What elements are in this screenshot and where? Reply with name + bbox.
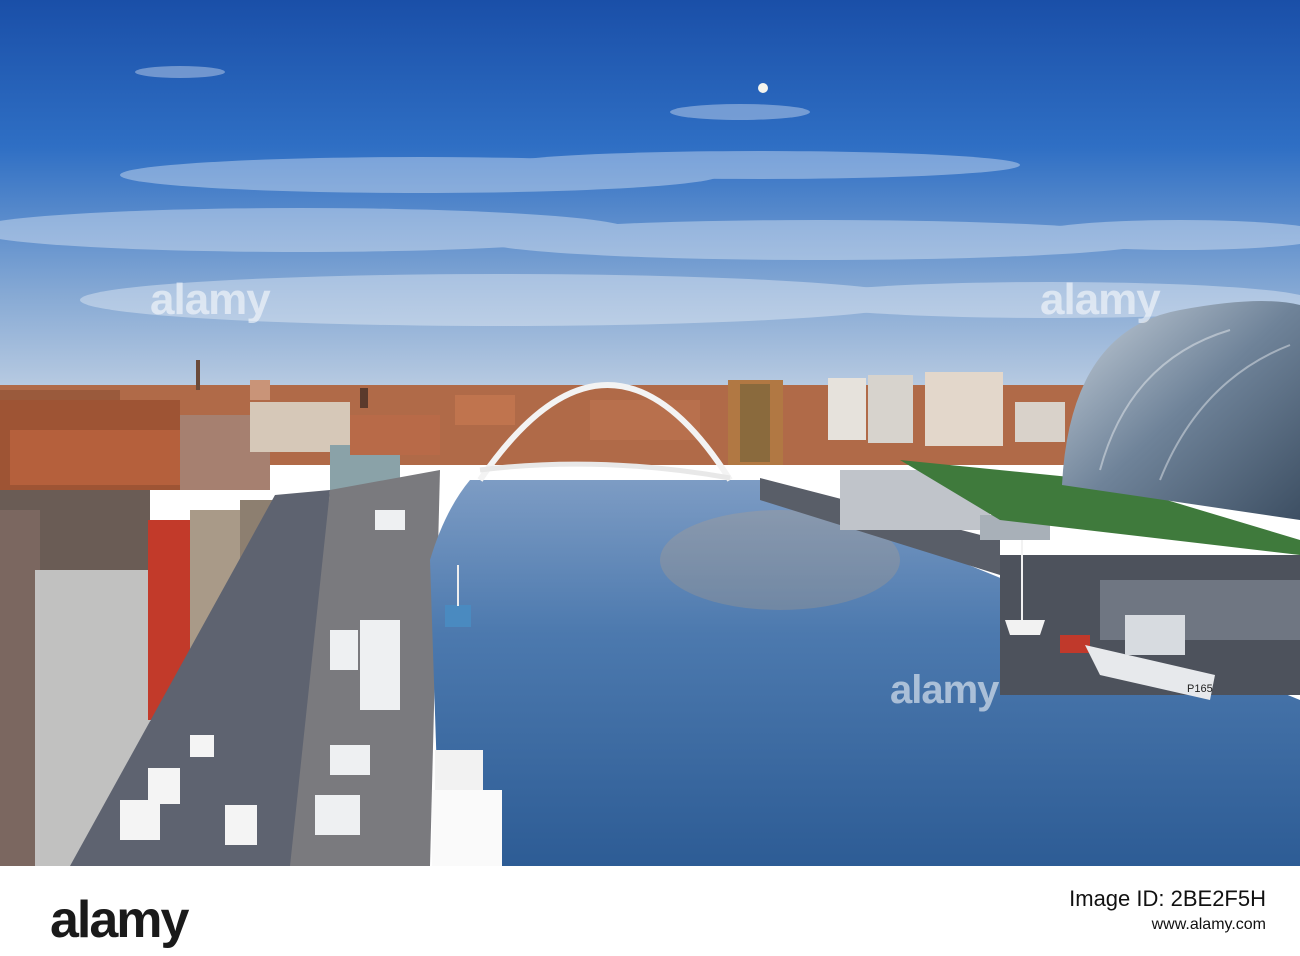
alamy-logo: alamy [50, 891, 189, 949]
footer: alamy Image ID: 2BE2F5H www.alamy.com [0, 866, 1300, 956]
site-url: www.alamy.com [1151, 916, 1266, 933]
image-id: Image ID: 2BE2F5H [1069, 886, 1266, 911]
hull-marking: P165 [1187, 683, 1213, 695]
watermark: alamy [890, 668, 999, 712]
watermark: alamy [1040, 275, 1161, 324]
photo: alamy alamy alamy P165 [0, 0, 1300, 866]
watermark: alamy [150, 275, 271, 324]
moon [758, 83, 768, 93]
river-cityscape-illustration [0, 0, 1300, 866]
